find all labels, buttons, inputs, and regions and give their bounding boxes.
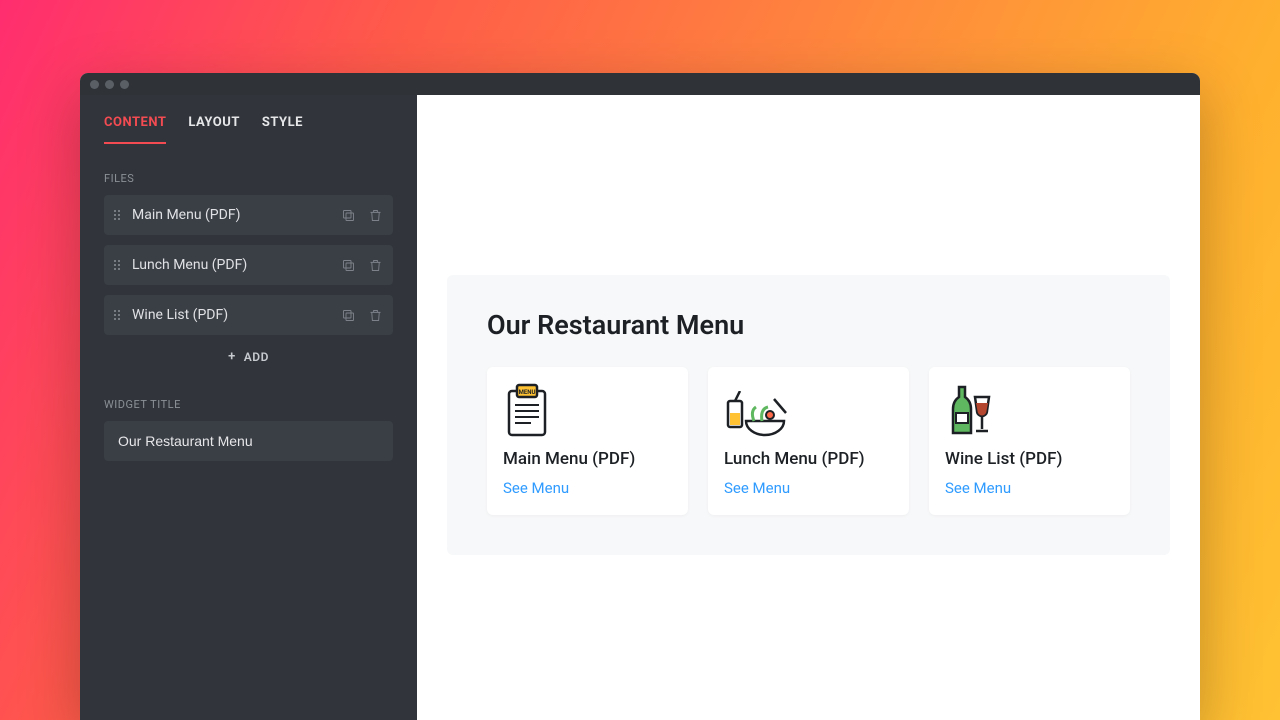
add-file-button[interactable]: + ADD — [80, 335, 417, 370]
window-control-minimize[interactable] — [105, 80, 114, 89]
file-row-actions — [341, 258, 383, 273]
window-control-zoom[interactable] — [120, 80, 129, 89]
widget-title-section-label: WIDGET TITLE — [80, 370, 417, 421]
drag-handle-icon[interactable] — [114, 210, 120, 220]
editor-sidebar: CONTENT LAYOUT STYLE FILES Main Menu (PD… — [80, 95, 417, 720]
app-window: CONTENT LAYOUT STYLE FILES Main Menu (PD… — [80, 73, 1200, 720]
svg-text:MENU: MENU — [519, 389, 536, 396]
plus-icon: + — [228, 349, 236, 364]
menu-card: Wine List (PDF) See Menu — [929, 367, 1130, 515]
trash-icon[interactable] — [368, 208, 383, 223]
file-name: Main Menu (PDF) — [132, 207, 329, 223]
files-section-label: FILES — [80, 144, 417, 195]
menu-card-link[interactable]: See Menu — [503, 479, 672, 497]
menu-card-link[interactable]: See Menu — [945, 479, 1114, 497]
widget-title-input-wrap — [80, 421, 417, 461]
menu-card-title: Lunch Menu (PDF) — [724, 449, 893, 469]
window-titlebar — [80, 73, 1200, 95]
widget-preview: Our Restaurant Menu MENU — [447, 275, 1170, 555]
widget-preview-title: Our Restaurant Menu — [487, 309, 1130, 341]
file-list: Main Menu (PDF) Lunch Menu (PDF) — [80, 195, 417, 335]
menu-card-title: Main Menu (PDF) — [503, 449, 672, 469]
file-row-actions — [341, 308, 383, 323]
window-control-close[interactable] — [90, 80, 99, 89]
duplicate-icon[interactable] — [341, 258, 356, 273]
file-name: Lunch Menu (PDF) — [132, 257, 329, 273]
menu-card: MENU Main Menu (PDF) See Menu — [487, 367, 688, 515]
drag-handle-icon[interactable] — [114, 260, 120, 270]
add-label: ADD — [244, 350, 269, 364]
food-bowl-icon — [724, 383, 893, 439]
file-name: Wine List (PDF) — [132, 307, 329, 323]
menu-card: Lunch Menu (PDF) See Menu — [708, 367, 909, 515]
wine-bottle-icon — [945, 383, 1114, 439]
sidebar-tabs: CONTENT LAYOUT STYLE — [80, 107, 417, 144]
app-body: CONTENT LAYOUT STYLE FILES Main Menu (PD… — [80, 95, 1200, 720]
menu-cards: MENU Main Menu (PDF) See Menu — [487, 367, 1130, 515]
file-row[interactable]: Lunch Menu (PDF) — [104, 245, 393, 285]
tab-content[interactable]: CONTENT — [104, 115, 166, 144]
drag-handle-icon[interactable] — [114, 310, 120, 320]
widget-title-input[interactable] — [104, 421, 393, 461]
file-row[interactable]: Main Menu (PDF) — [104, 195, 393, 235]
menu-card-link[interactable]: See Menu — [724, 479, 893, 497]
preview-pane: Our Restaurant Menu MENU — [417, 95, 1200, 720]
tab-style[interactable]: STYLE — [262, 115, 303, 144]
tab-layout[interactable]: LAYOUT — [188, 115, 240, 144]
menu-clipboard-icon: MENU — [503, 383, 672, 439]
file-row-actions — [341, 208, 383, 223]
duplicate-icon[interactable] — [341, 308, 356, 323]
menu-card-title: Wine List (PDF) — [945, 449, 1114, 469]
trash-icon[interactable] — [368, 308, 383, 323]
trash-icon[interactable] — [368, 258, 383, 273]
file-row[interactable]: Wine List (PDF) — [104, 295, 393, 335]
duplicate-icon[interactable] — [341, 208, 356, 223]
